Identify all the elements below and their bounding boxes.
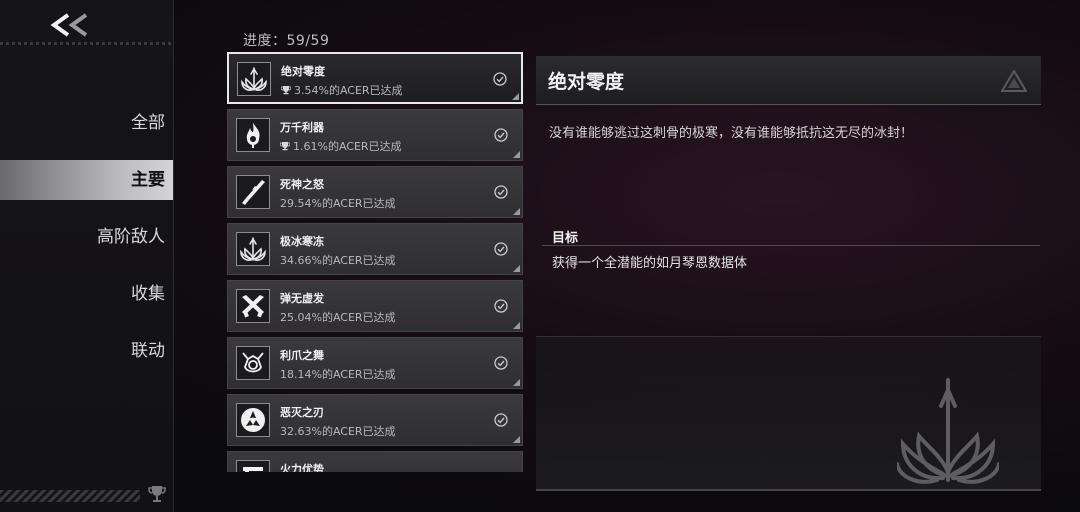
- achievement-name: 利爪之舞: [280, 349, 324, 362]
- trophy-icon: [280, 84, 294, 97]
- ice-flower-icon: [240, 237, 266, 261]
- back-button[interactable]: [48, 10, 92, 40]
- achievement-percent: 29.54%的ACER已达成: [280, 195, 396, 211]
- triangle-logo-icon: [1001, 70, 1027, 92]
- goal-divider: [542, 245, 1040, 246]
- achievement-icon-frame: [236, 403, 270, 437]
- achievement-icon-frame: [236, 346, 270, 380]
- achievement-item[interactable]: 万千利器 1.61%的ACER已达成: [227, 109, 523, 161]
- achievement-percent-text: 1.61%的ACER已达成: [293, 140, 402, 153]
- header-divider: [0, 42, 173, 45]
- achievement-icon-frame: [237, 62, 271, 96]
- sidebar-item-collab[interactable]: 联动: [0, 331, 173, 371]
- achievement-name: 恶灭之刃: [280, 406, 324, 419]
- achievement-percent: 18.14%的ACER已达成: [280, 366, 396, 382]
- corner-marker: [513, 322, 520, 329]
- check-circle-icon: [494, 127, 508, 142]
- flame-icon: [246, 123, 260, 148]
- achievement-icon-frame: [236, 118, 270, 152]
- gun-icon: [243, 467, 263, 472]
- claw-icon: [242, 352, 264, 373]
- achievement-item[interactable]: 极冰寒冻 34.66%的ACER已达成: [227, 223, 523, 275]
- achievement-item[interactable]: 火力优势: [227, 451, 523, 472]
- check-circle-icon: [494, 241, 508, 256]
- trophy-icon: [279, 140, 293, 153]
- sidebar-item-collection[interactable]: 收集: [0, 274, 173, 314]
- check-circle-icon: [493, 71, 507, 86]
- achievement-list[interactable]: 绝对零度 3.54%的ACER已达成万千利器 1.61%的ACER已达成死神之怒 29…: [227, 52, 527, 472]
- achievement-percent: 1.61%的ACER已达成: [279, 138, 402, 154]
- achievement-item[interactable]: 弹无虚发 25.04%的ACER已达成: [227, 280, 523, 332]
- trophy-icon: [148, 486, 166, 502]
- achievement-percent: 25.04%的ACER已达成: [280, 309, 396, 325]
- sidebar: 全部 主要 高阶敌人 收集 联动: [0, 0, 174, 512]
- achievement-name: 绝对零度: [281, 65, 325, 78]
- sidebar-item-main[interactable]: 主要: [0, 160, 173, 200]
- check-circle-icon: [494, 298, 508, 313]
- sidebar-item-elite-enemies[interactable]: 高阶敌人: [0, 217, 173, 257]
- goal-label: 目标: [552, 231, 579, 246]
- achievement-name: 极冰寒冻: [280, 235, 324, 248]
- double-chevron-left-icon: [50, 13, 88, 37]
- achievement-item[interactable]: 死神之怒 29.54%的ACER已达成: [227, 166, 523, 218]
- goal-text: 获得一个全潜能的如月琴恩数据体: [552, 256, 748, 271]
- achievement-icon-frame: [236, 175, 270, 209]
- achievement-percent-text: 3.54%的ACER已达成: [294, 84, 403, 97]
- sidebar-item-all[interactable]: 全部: [0, 103, 173, 143]
- achievement-item[interactable]: 利爪之舞 18.14%的ACER已达成: [227, 337, 523, 389]
- detail-description: 没有谁能够逃过这刺骨的极寒，没有谁能够抵抗这无尽的冰封！: [549, 126, 914, 141]
- achievement-percent-text: 34.66%的ACER已达成: [280, 254, 396, 267]
- achievement-icon-frame: [236, 232, 270, 266]
- achievement-item[interactable]: 绝对零度 3.54%的ACER已达成: [227, 52, 523, 104]
- check-circle-icon: [494, 412, 508, 427]
- triskelion-icon: [241, 408, 265, 432]
- ice-flower-emblem-icon: [897, 378, 999, 484]
- corner-marker: [513, 265, 520, 272]
- achievement-item[interactable]: 恶灭之刃 32.63%的ACER已达成: [227, 394, 523, 446]
- corner-marker: [513, 151, 520, 158]
- crossed-guns-icon: [242, 295, 264, 318]
- achievement-percent: 34.66%的ACER已达成: [280, 252, 396, 268]
- decorative-hatch: [0, 490, 140, 502]
- detail-header: 绝对零度: [536, 56, 1041, 105]
- achievement-percent-text: 25.04%的ACER已达成: [280, 311, 396, 324]
- corner-marker: [513, 208, 520, 215]
- progress-counter: 进度：59/59: [243, 33, 330, 49]
- blade-icon: [242, 180, 265, 205]
- check-circle-icon: [494, 355, 508, 370]
- achievement-name: 死神之怒: [280, 178, 324, 191]
- corner-marker: [513, 379, 520, 386]
- achievement-name: 火力优势: [280, 463, 324, 472]
- corner-marker: [513, 436, 520, 443]
- achievement-percent-text: 18.14%的ACER已达成: [280, 368, 396, 381]
- achievement-percent: 32.63%的ACER已达成: [280, 423, 396, 439]
- ice-flower-icon: [241, 67, 267, 91]
- achievement-percent-text: 32.63%的ACER已达成: [280, 425, 396, 438]
- achievement-percent: 3.54%的ACER已达成: [280, 82, 403, 98]
- achievement-name: 万千利器: [280, 121, 324, 134]
- achievement-percent-text: 29.54%的ACER已达成: [280, 197, 396, 210]
- achievement-name: 弹无虚发: [280, 292, 324, 305]
- achievement-icon-frame: [236, 289, 270, 323]
- check-circle-icon: [494, 184, 508, 199]
- detail-title: 绝对零度: [548, 71, 625, 93]
- corner-marker: [512, 93, 519, 100]
- achievement-icon-frame: [236, 460, 270, 472]
